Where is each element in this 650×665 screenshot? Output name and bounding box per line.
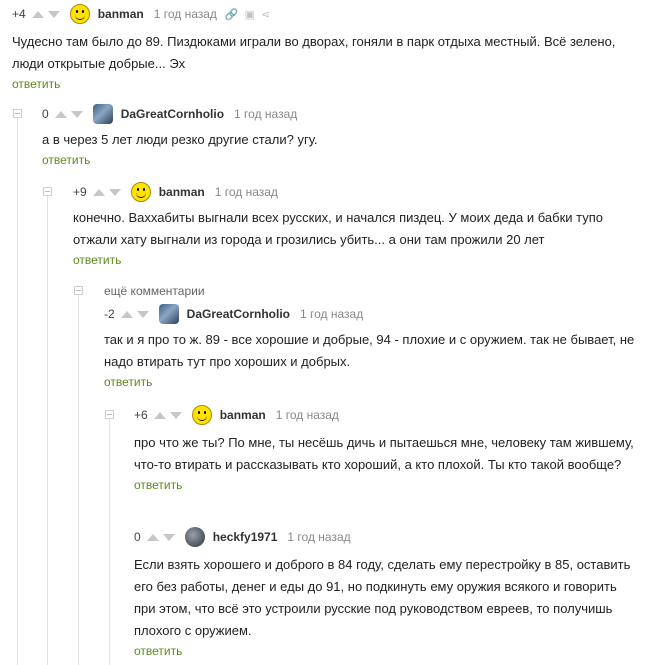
comment-header: +9 banman 1 год назад bbox=[73, 181, 640, 203]
comment-rating: 0 bbox=[42, 107, 49, 121]
comment-author[interactable]: DaGreatCornholio bbox=[187, 307, 290, 321]
comment-header: 0 heckfy1971 1 год назад bbox=[134, 526, 640, 548]
avatar[interactable] bbox=[158, 304, 179, 324]
comment-header: -2 DaGreatCornholio 1 год назад bbox=[104, 303, 644, 325]
downvote-icon[interactable] bbox=[162, 533, 175, 541]
reply-link[interactable]: ответить bbox=[12, 77, 60, 91]
comment-rating: 0 bbox=[134, 530, 141, 544]
upvote-icon[interactable] bbox=[31, 10, 44, 18]
comment-text: а в через 5 лет люди резко другие стали?… bbox=[42, 132, 318, 147]
comment: -2 DaGreatCornholio 1 год назад так и я … bbox=[104, 303, 644, 389]
comment-author[interactable]: heckfy1971 bbox=[213, 530, 278, 544]
comment-rating: +6 bbox=[134, 408, 148, 422]
reply-link[interactable]: ответить bbox=[134, 644, 182, 658]
comment: +6 banman 1 год назад про что же ты? По … bbox=[134, 404, 640, 492]
thread-line bbox=[109, 416, 110, 665]
comment: 0 heckfy1971 1 год назад Если взять хоро… bbox=[134, 526, 640, 658]
avatar[interactable] bbox=[191, 405, 212, 425]
upvote-icon[interactable] bbox=[146, 533, 159, 541]
collapse-toggle[interactable] bbox=[13, 109, 22, 118]
comment: 0 DaGreatCornholio 1 год назад а в через… bbox=[42, 103, 640, 167]
comment-text: Чудесно там было до 89. Пиздюками играли… bbox=[12, 34, 616, 71]
avatar[interactable] bbox=[184, 527, 205, 547]
comment-time[interactable]: 1 год назад bbox=[287, 530, 350, 544]
collapse-toggle[interactable] bbox=[105, 410, 114, 419]
comment-text: так и я про то ж. 89 - все хорошие и доб… bbox=[104, 332, 635, 369]
thread-line bbox=[17, 118, 18, 665]
thread-line bbox=[78, 292, 79, 665]
comment-rating: +9 bbox=[73, 185, 87, 199]
comment-author[interactable]: banman bbox=[159, 185, 205, 199]
downvote-icon[interactable] bbox=[169, 411, 182, 419]
reply-link[interactable]: ответить bbox=[134, 478, 182, 492]
more-comments-link[interactable]: ещё комментарии bbox=[104, 284, 205, 298]
upvote-icon[interactable] bbox=[153, 411, 166, 419]
comment-author[interactable]: banman bbox=[220, 408, 266, 422]
comment-time[interactable]: 1 год назад bbox=[300, 307, 363, 321]
downvote-icon[interactable] bbox=[136, 310, 149, 318]
reply-link[interactable]: ответить bbox=[42, 153, 90, 167]
comment-time[interactable]: 1 год назад bbox=[215, 185, 278, 199]
comment-header: 0 DaGreatCornholio 1 год назад bbox=[42, 103, 640, 125]
comment-author[interactable]: DaGreatCornholio bbox=[121, 107, 224, 121]
comment-rating: +4 bbox=[12, 7, 26, 21]
more-comments[interactable]: ещё комментарии bbox=[104, 283, 650, 298]
comment-text: про что же ты? По мне, ты несёшь дичь и … bbox=[134, 435, 634, 472]
collapse-toggle[interactable] bbox=[43, 187, 52, 196]
link-icon[interactable]: 🔗 bbox=[225, 9, 245, 21]
downvote-icon[interactable] bbox=[70, 110, 83, 118]
comment-time[interactable]: 1 год назад bbox=[234, 107, 297, 121]
comment: +4 banman 1 год назад 🔗▣⋖ Чудесно там бы… bbox=[12, 3, 640, 91]
comment-author[interactable]: banman bbox=[98, 7, 144, 21]
collapse-toggle[interactable] bbox=[74, 286, 83, 295]
comment-header: +6 banman 1 год назад bbox=[134, 404, 640, 426]
comment-header: +4 banman 1 год назад 🔗▣⋖ bbox=[12, 3, 640, 25]
thread-line bbox=[47, 196, 48, 665]
comment: +9 banman 1 год назад конечно. Ваххабиты… bbox=[73, 181, 640, 267]
avatar[interactable] bbox=[92, 104, 113, 124]
comment-rating: -2 bbox=[104, 307, 115, 321]
comment-tools: 🔗▣⋖ bbox=[225, 8, 276, 21]
comment-text: конечно. Ваххабиты выгнали всех русских,… bbox=[73, 210, 604, 247]
upvote-icon[interactable] bbox=[120, 310, 133, 318]
avatar[interactable] bbox=[69, 4, 90, 24]
downvote-icon[interactable] bbox=[47, 10, 60, 18]
comment-text: Если взять хорошего и доброго в 84 году,… bbox=[134, 557, 631, 638]
avatar[interactable] bbox=[130, 182, 151, 202]
share-icon[interactable]: ⋖ bbox=[261, 9, 276, 21]
comment-time[interactable]: 1 год назад bbox=[276, 408, 339, 422]
save-icon[interactable]: ▣ bbox=[245, 9, 261, 21]
downvote-icon[interactable] bbox=[108, 188, 121, 196]
comment-time[interactable]: 1 год назад bbox=[154, 7, 217, 21]
upvote-icon[interactable] bbox=[92, 188, 105, 196]
reply-link[interactable]: ответить bbox=[104, 375, 152, 389]
reply-link[interactable]: ответить bbox=[73, 253, 121, 267]
upvote-icon[interactable] bbox=[54, 110, 67, 118]
